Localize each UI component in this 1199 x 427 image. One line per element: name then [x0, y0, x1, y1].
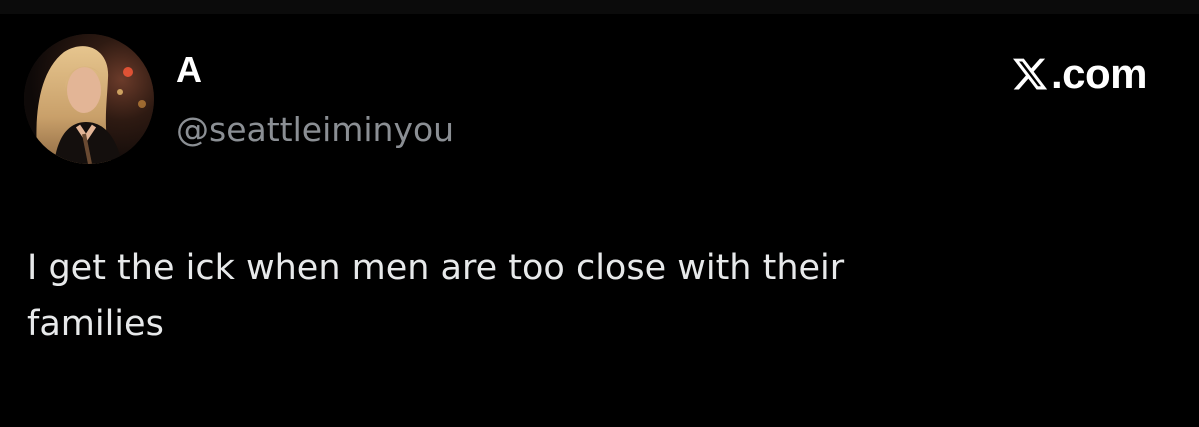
user-handle[interactable]: @seattleiminyou — [176, 110, 454, 150]
avatar-photo — [24, 34, 154, 164]
x-logo-icon — [1012, 58, 1048, 90]
x-brand-watermark: .com — [1011, 50, 1148, 97]
tweet-card: A @seattleiminyou .com I get the ick whe… — [0, 14, 1199, 427]
display-name[interactable]: A — [176, 50, 202, 90]
avatar[interactable] — [24, 34, 154, 164]
tweet-text: I get the ick when men are too close wit… — [27, 248, 845, 344]
top-strip — [0, 0, 1199, 14]
brand-suffix: .com — [1050, 50, 1148, 97]
